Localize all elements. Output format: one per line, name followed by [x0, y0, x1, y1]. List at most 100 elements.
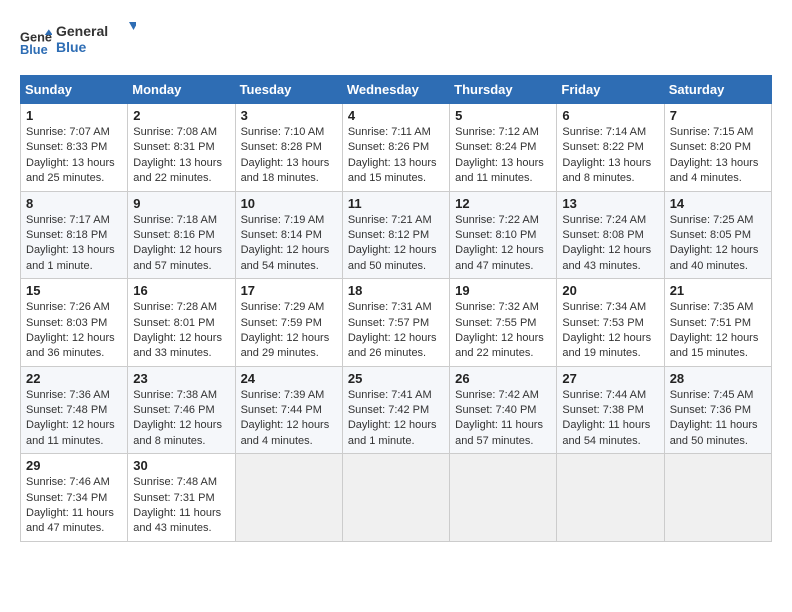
calendar-cell: 18 Sunrise: 7:31 AMSunset: 7:57 PMDayligh… — [342, 279, 449, 367]
calendar-cell: 11Sunrise: 7:21 AMSunset: 8:12 PMDayligh… — [342, 191, 449, 279]
day-number: 22 — [26, 371, 122, 386]
day-number: 23 — [133, 371, 229, 386]
calendar-cell: 28 Sunrise: 7:45 AMSunset: 7:36 PMDayligh… — [664, 366, 771, 454]
day-number: 6 — [562, 108, 658, 123]
day-number: 28 — [670, 371, 766, 386]
calendar-cell: 26 Sunrise: 7:42 AMSunset: 7:40 PMDayligh… — [450, 366, 557, 454]
calendar-cell — [342, 454, 449, 542]
day-number: 5 — [455, 108, 551, 123]
calendar-cell: 8 Sunrise: 7:17 AMSunset: 8:18 PMDaylight… — [21, 191, 128, 279]
day-number: 2 — [133, 108, 229, 123]
day-number: 8 — [26, 196, 122, 211]
cell-info: Sunrise: 7:08 AMSunset: 8:31 PMDaylight:… — [133, 125, 229, 187]
day-number: 16 — [133, 283, 229, 298]
svg-text:Blue: Blue — [56, 39, 87, 55]
day-number: 4 — [348, 108, 444, 123]
calendar-cell: 4 Sunrise: 7:11 AMSunset: 8:26 PMDaylight… — [342, 104, 449, 192]
calendar-row: 29Sunrise: 7:46 AMSunset: 7:34 PMDayligh… — [21, 454, 772, 542]
cell-info: Sunrise: 7:25 AMSunset: 8:05 PMDaylight:… — [670, 213, 766, 275]
calendar-cell: 1Sunrise: 7:07 AMSunset: 8:33 PMDaylight… — [21, 104, 128, 192]
day-header-saturday: Saturday — [664, 76, 771, 104]
calendar-row: 22 Sunrise: 7:36 AMSunset: 7:48 PMDayligh… — [21, 366, 772, 454]
day-number: 3 — [241, 108, 337, 123]
day-number: 17 — [241, 283, 337, 298]
cell-info: Sunrise: 7:36 AMSunset: 7:48 PMDaylight:… — [26, 388, 122, 450]
cell-info: Sunrise: 7:22 AMSunset: 8:10 PMDaylight:… — [455, 213, 551, 275]
cell-info: Sunrise: 7:39 AMSunset: 7:44 PMDaylight:… — [241, 388, 337, 450]
day-number: 7 — [670, 108, 766, 123]
calendar-cell — [664, 454, 771, 542]
cell-info: Sunrise: 7:29 AMSunset: 7:59 PMDaylight:… — [241, 300, 337, 362]
calendar-cell: 5 Sunrise: 7:12 AMSunset: 8:24 PMDaylight… — [450, 104, 557, 192]
day-number: 30 — [133, 458, 229, 473]
calendar-cell: 24 Sunrise: 7:39 AMSunset: 7:44 PMDayligh… — [235, 366, 342, 454]
calendar-cell: 25 Sunrise: 7:41 AMSunset: 7:42 PMDayligh… — [342, 366, 449, 454]
cell-info: Sunrise: 7:12 AMSunset: 8:24 PMDaylight:… — [455, 125, 551, 187]
cell-info: Sunrise: 7:44 AMSunset: 7:38 PMDaylight:… — [562, 388, 658, 450]
calendar-cell: 13 Sunrise: 7:24 AMSunset: 8:08 PMDayligh… — [557, 191, 664, 279]
day-header-sunday: Sunday — [21, 76, 128, 104]
day-number: 19 — [455, 283, 551, 298]
page-header: General Blue General Blue — [20, 20, 772, 65]
cell-info: Sunrise: 7:11 AMSunset: 8:26 PMDaylight:… — [348, 125, 444, 187]
logo-svg: General Blue — [56, 20, 136, 60]
cell-info: Sunrise: 7:48 AMSunset: 7:31 PMDaylight:… — [133, 475, 229, 537]
cell-info: Sunrise: 7:38 AMSunset: 7:46 PMDaylight:… — [133, 388, 229, 450]
day-header-thursday: Thursday — [450, 76, 557, 104]
cell-info: Sunrise: 7:35 AMSunset: 7:51 PMDaylight:… — [670, 300, 766, 362]
cell-info: Sunrise: 7:17 AMSunset: 8:18 PMDaylight:… — [26, 213, 122, 275]
calendar-cell: 30 Sunrise: 7:48 AMSunset: 7:31 PMDayligh… — [128, 454, 235, 542]
day-number: 27 — [562, 371, 658, 386]
day-header-friday: Friday — [557, 76, 664, 104]
cell-info: Sunrise: 7:45 AMSunset: 7:36 PMDaylight:… — [670, 388, 766, 450]
svg-text:General: General — [56, 23, 108, 39]
calendar-cell: 17 Sunrise: 7:29 AMSunset: 7:59 PMDayligh… — [235, 279, 342, 367]
cell-info: Sunrise: 7:19 AMSunset: 8:14 PMDaylight:… — [241, 213, 337, 275]
calendar-cell: 16 Sunrise: 7:28 AMSunset: 8:01 PMDayligh… — [128, 279, 235, 367]
cell-info: Sunrise: 7:10 AMSunset: 8:28 PMDaylight:… — [241, 125, 337, 187]
day-header-monday: Monday — [128, 76, 235, 104]
day-header-tuesday: Tuesday — [235, 76, 342, 104]
calendar-cell: 14 Sunrise: 7:25 AMSunset: 8:05 PMDayligh… — [664, 191, 771, 279]
cell-info: Sunrise: 7:46 AMSunset: 7:34 PMDaylight:… — [26, 475, 122, 537]
calendar-cell — [557, 454, 664, 542]
logo-icon: General Blue — [20, 27, 52, 59]
logo: General Blue General Blue — [20, 20, 136, 65]
cell-info: Sunrise: 7:15 AMSunset: 8:20 PMDaylight:… — [670, 125, 766, 187]
day-number: 20 — [562, 283, 658, 298]
cell-info: Sunrise: 7:24 AMSunset: 8:08 PMDaylight:… — [562, 213, 658, 275]
day-number: 14 — [670, 196, 766, 211]
calendar-cell: 15Sunrise: 7:26 AMSunset: 8:03 PMDayligh… — [21, 279, 128, 367]
cell-info: Sunrise: 7:34 AMSunset: 7:53 PMDaylight:… — [562, 300, 658, 362]
cell-info: Sunrise: 7:21 AMSunset: 8:12 PMDaylight:… — [348, 213, 444, 275]
day-number: 25 — [348, 371, 444, 386]
calendar-cell: 20 Sunrise: 7:34 AMSunset: 7:53 PMDayligh… — [557, 279, 664, 367]
day-number: 9 — [133, 196, 229, 211]
cell-info: Sunrise: 7:26 AMSunset: 8:03 PMDaylight:… — [26, 300, 122, 362]
calendar-cell: 27 Sunrise: 7:44 AMSunset: 7:38 PMDayligh… — [557, 366, 664, 454]
day-number: 12 — [455, 196, 551, 211]
cell-info: Sunrise: 7:28 AMSunset: 8:01 PMDaylight:… — [133, 300, 229, 362]
day-number: 13 — [562, 196, 658, 211]
day-number: 18 — [348, 283, 444, 298]
calendar-cell — [450, 454, 557, 542]
calendar-cell: 10 Sunrise: 7:19 AMSunset: 8:14 PMDayligh… — [235, 191, 342, 279]
day-number: 10 — [241, 196, 337, 211]
day-number: 24 — [241, 371, 337, 386]
calendar-cell: 19 Sunrise: 7:32 AMSunset: 7:55 PMDayligh… — [450, 279, 557, 367]
cell-info: Sunrise: 7:18 AMSunset: 8:16 PMDaylight:… — [133, 213, 229, 275]
calendar-cell: 21Sunrise: 7:35 AMSunset: 7:51 PMDayligh… — [664, 279, 771, 367]
cell-info: Sunrise: 7:42 AMSunset: 7:40 PMDaylight:… — [455, 388, 551, 450]
calendar-cell: 9 Sunrise: 7:18 AMSunset: 8:16 PMDaylight… — [128, 191, 235, 279]
calendar-cell: 23 Sunrise: 7:38 AMSunset: 7:46 PMDayligh… — [128, 366, 235, 454]
header-row: SundayMondayTuesdayWednesdayThursdayFrid… — [21, 76, 772, 104]
cell-info: Sunrise: 7:32 AMSunset: 7:55 PMDaylight:… — [455, 300, 551, 362]
calendar-cell: 29Sunrise: 7:46 AMSunset: 7:34 PMDayligh… — [21, 454, 128, 542]
cell-info: Sunrise: 7:07 AMSunset: 8:33 PMDaylight:… — [26, 125, 122, 187]
day-number: 26 — [455, 371, 551, 386]
cell-info: Sunrise: 7:41 AMSunset: 7:42 PMDaylight:… — [348, 388, 444, 450]
calendar-cell: 3 Sunrise: 7:10 AMSunset: 8:28 PMDaylight… — [235, 104, 342, 192]
calendar-cell — [235, 454, 342, 542]
calendar-cell: 2 Sunrise: 7:08 AMSunset: 8:31 PMDaylight… — [128, 104, 235, 192]
cell-info: Sunrise: 7:31 AMSunset: 7:57 PMDaylight:… — [348, 300, 444, 362]
